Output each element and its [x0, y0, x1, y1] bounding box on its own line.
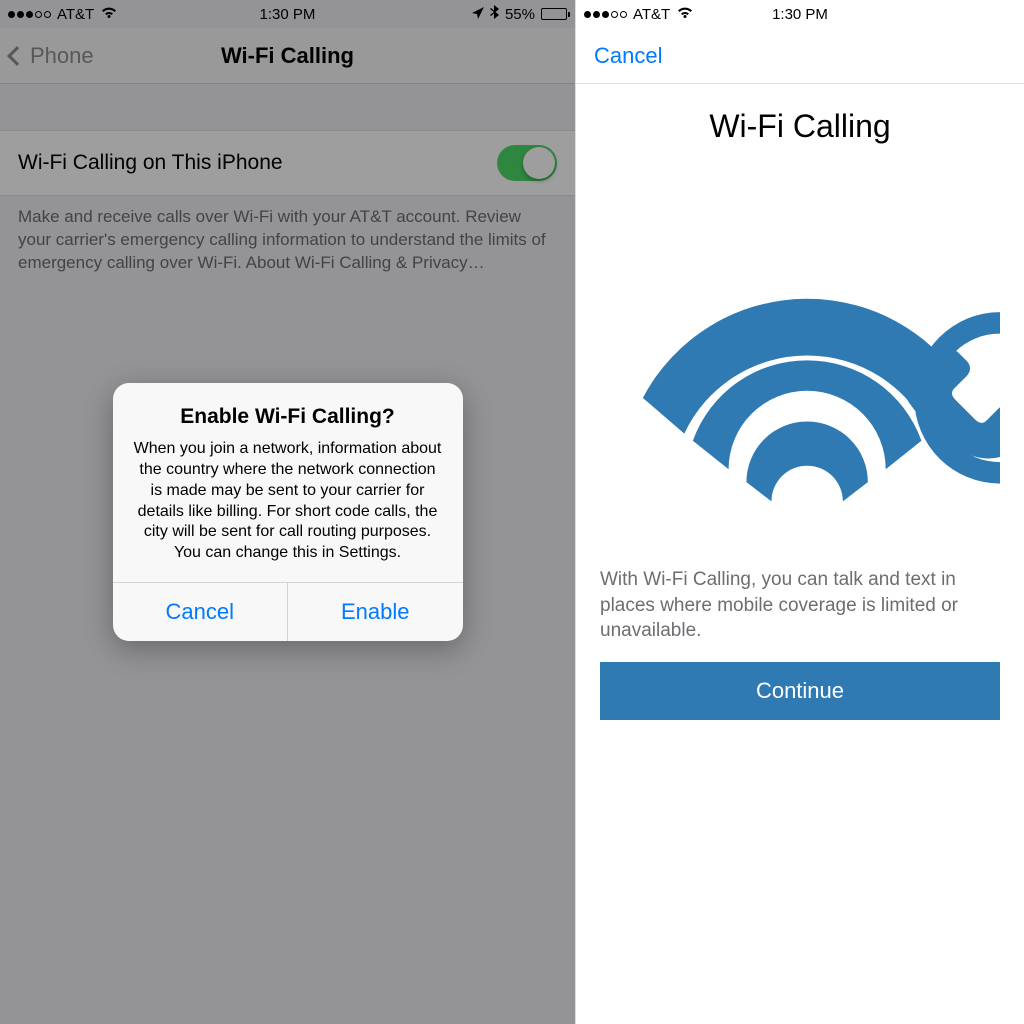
cancel-button[interactable]: Cancel [594, 43, 662, 69]
alert-message: When you join a network, information abo… [133, 439, 443, 564]
status-bar: AT&T 1:30 PM [576, 0, 1024, 28]
alert-title: Enable Wi-Fi Calling? [133, 405, 443, 429]
wifi-calling-illustration [600, 165, 1000, 545]
cancel-button[interactable]: Cancel [113, 583, 288, 641]
onboarding-description: With Wi-Fi Calling, you can talk and tex… [600, 567, 1000, 644]
signal-strength-icon [584, 11, 627, 18]
onboarding-title: Wi-Fi Calling [600, 108, 1000, 145]
modal-overlay: Enable Wi-Fi Calling? When you join a ne… [0, 0, 575, 1024]
continue-button[interactable]: Continue [600, 662, 1000, 720]
settings-screen: AT&T 1:30 PM 55% Phone Wi-Fi Calling [0, 0, 575, 1024]
alert-dialog: Enable Wi-Fi Calling? When you join a ne… [113, 383, 463, 641]
enable-button[interactable]: Enable [287, 583, 463, 641]
carrier-label: AT&T [633, 6, 670, 23]
nav-bar: Cancel [576, 28, 1024, 84]
clock-label: 1:30 PM [772, 6, 828, 23]
onboarding-screen: AT&T 1:30 PM Cancel Wi-Fi Calling [575, 0, 1024, 1024]
wifi-icon [676, 5, 694, 23]
